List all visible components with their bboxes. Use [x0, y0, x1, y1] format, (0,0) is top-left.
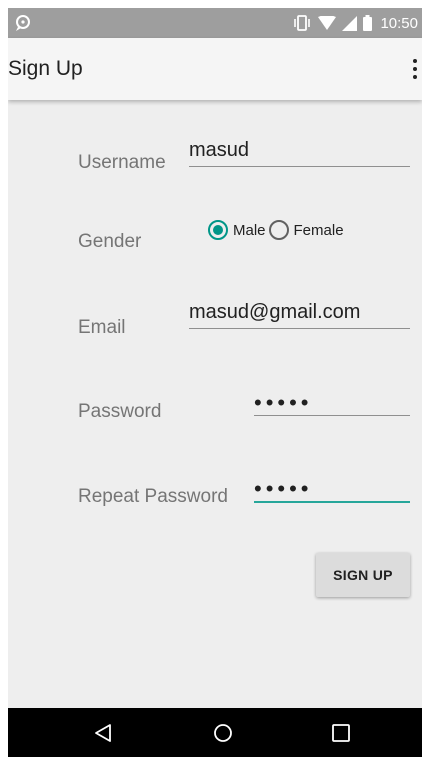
app-screen: 10:50 Sign Up Username masud Gender Male…: [8, 8, 422, 757]
app-bar: Sign Up: [8, 38, 422, 100]
username-label: Username: [78, 152, 166, 173]
home-icon[interactable]: [210, 720, 236, 746]
status-bar: 10:50: [8, 8, 422, 38]
repeat-password-value: •••••: [254, 476, 313, 501]
username-field[interactable]: masud: [189, 136, 410, 167]
page-title: Sign Up: [8, 57, 83, 80]
radio-checked-icon: [208, 220, 228, 240]
repeat-password-field[interactable]: •••••: [254, 471, 410, 503]
email-value: masud@gmail.com: [189, 301, 361, 323]
male-radio[interactable]: Male: [208, 220, 266, 240]
email-label: Email: [78, 317, 126, 338]
password-field[interactable]: •••••: [254, 385, 410, 416]
username-value: masud: [189, 139, 250, 161]
cell-signal-icon: [342, 15, 358, 31]
navigation-bar: [8, 708, 422, 757]
chat-notification-icon: [16, 15, 30, 31]
female-radio-label: Female: [293, 221, 344, 239]
gender-radio-group: Male Female: [208, 220, 347, 240]
back-icon[interactable]: [90, 720, 116, 746]
radio-unchecked-icon: [268, 220, 289, 240]
wifi-icon: [318, 16, 337, 30]
repeat-password-label: Repeat Password: [78, 486, 228, 507]
password-label: Password: [78, 401, 162, 422]
recents-icon[interactable]: [328, 720, 354, 746]
status-clock: 10:50: [380, 14, 418, 32]
overflow-menu-icon[interactable]: [410, 57, 420, 81]
gender-label: Gender: [78, 231, 142, 252]
female-radio[interactable]: Female: [268, 220, 344, 240]
male-radio-label: Male: [233, 221, 266, 239]
email-field[interactable]: masud@gmail.com: [189, 298, 410, 329]
vibrate-icon: [294, 15, 311, 31]
status-icons: 10:50: [292, 8, 418, 38]
password-value: •••••: [254, 390, 313, 415]
sign-up-button[interactable]: SIGN UP: [316, 553, 410, 597]
battery-icon: [363, 15, 373, 31]
